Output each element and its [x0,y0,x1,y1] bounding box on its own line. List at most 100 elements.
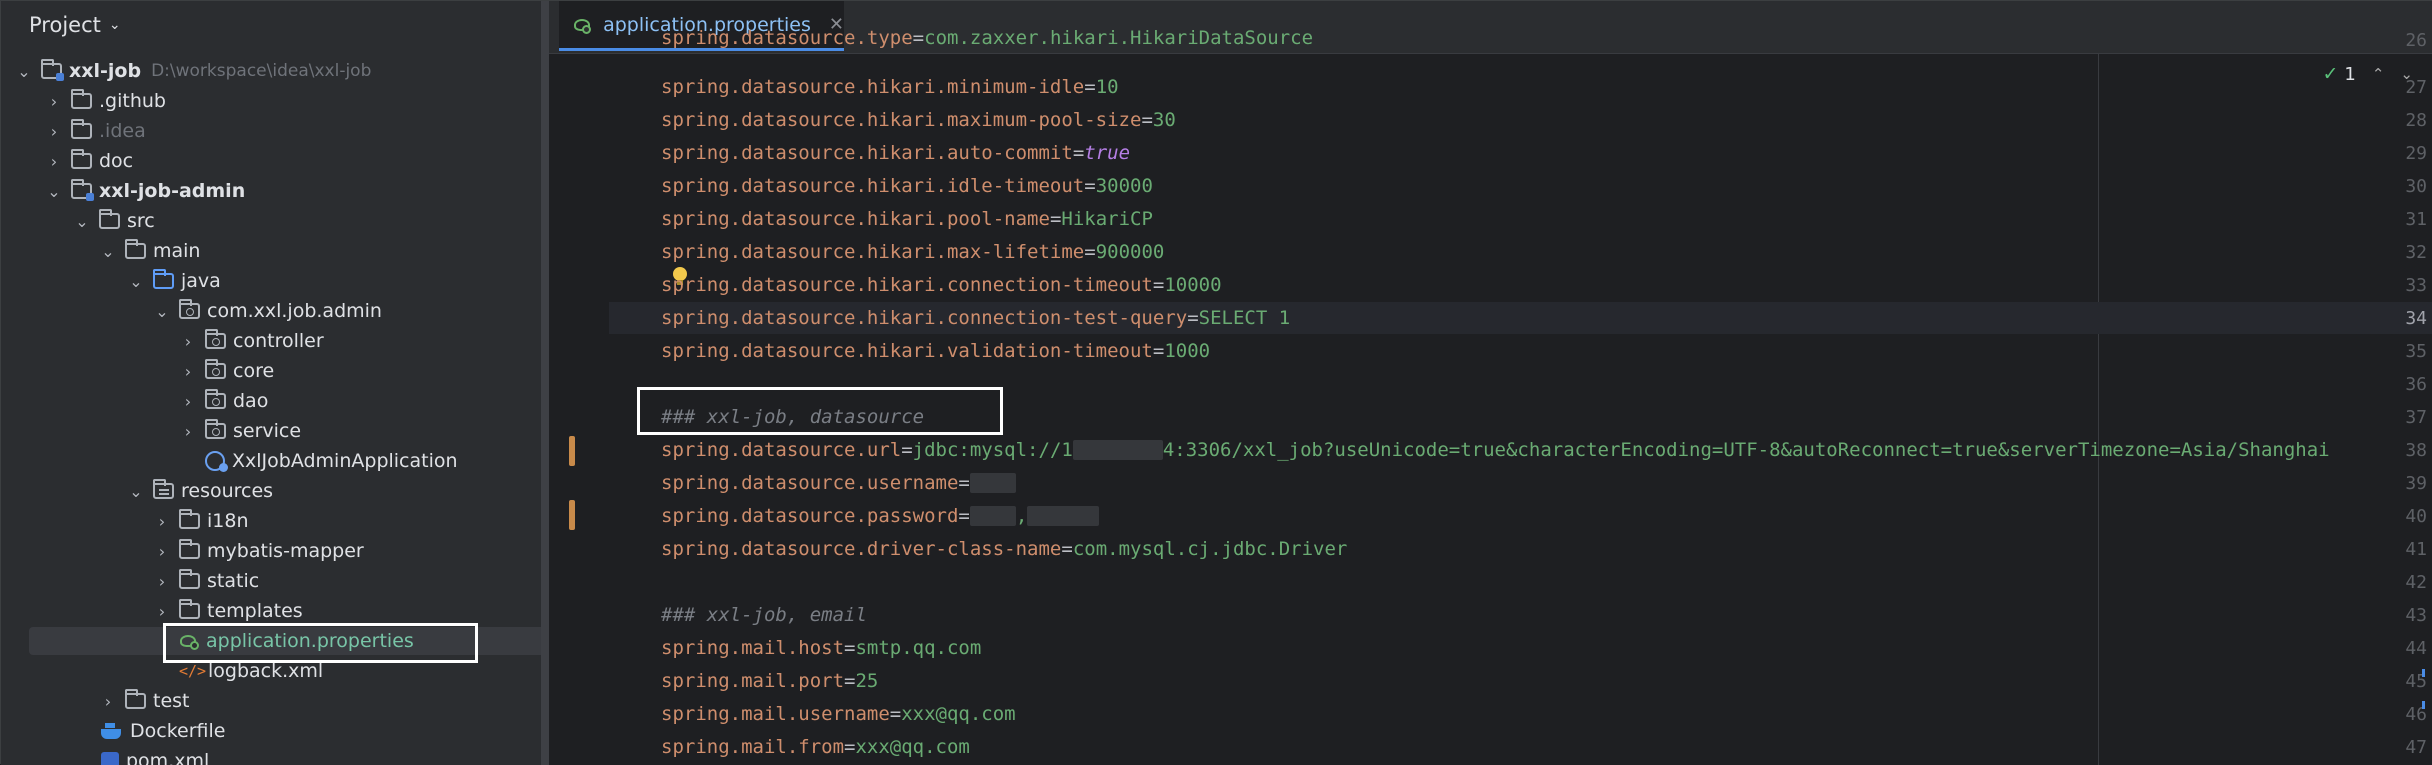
tree-item-label: dao [233,390,269,412]
scrollbar-marker[interactable] [2422,701,2425,709]
code-line[interactable]: spring.mail.from = xxx@qq.com [661,731,970,763]
line-number: 43 [2405,605,2427,626]
tree-item-resources[interactable]: ⌄ resources [1,476,549,506]
code-line[interactable]: spring.datasource.username = [661,467,1016,499]
chevron-right-icon[interactable]: › [99,692,117,711]
project-panel-title[interactable]: Project [29,13,101,37]
tree-item-root[interactable]: ⌄ xxl-job D:\workspace\idea\xxl-job [1,56,549,86]
tree-item-doc[interactable]: › doc [1,146,549,176]
property-value: SELECT 1 [1198,307,1291,329]
code-line[interactable]: spring.mail.port = 25 [661,665,878,697]
chevron-right-icon[interactable]: › [45,92,63,111]
right-margin-guide [2098,53,2099,765]
property-key: spring.datasource.hikari.connection-test… [661,307,1188,329]
code-line[interactable]: spring.datasource.driver-class-name = com.… [661,533,1347,565]
tree-item-service[interactable]: › service [1,416,549,446]
code-line[interactable]: spring.mail.username = xxx@qq.com [661,698,1016,730]
property-value: smtp.qq.com [855,637,982,659]
tree-item-label: .idea [99,120,146,142]
equals: = [1084,175,1096,197]
code-line[interactable]: spring.datasource.hikari.pool-name = Hikar… [661,203,1153,235]
code-line[interactable]: spring.datasource.hikari.validation-time… [661,335,1210,367]
chevron-down-icon[interactable]: ⌄ [127,482,145,501]
line-number: 28 [2405,110,2427,131]
tree-item-src[interactable]: ⌄ src [1,206,549,236]
line-number: 32 [2405,242,2427,263]
line-number: 42 [2405,572,2427,593]
tree-item-idea[interactable]: › .idea [1,116,549,146]
tree-item-static[interactable]: › static [1,566,549,596]
folder-icon [125,689,146,709]
chevron-down-icon[interactable]: ⌄ [109,17,121,33]
property-key: spring.mail.host [661,637,845,659]
check-icon: ✓ [2322,63,2339,85]
code-line[interactable]: spring.datasource.url = jdbc:mysql://1 4:33… [661,434,2330,466]
chevron-down-icon[interactable]: ⌄ [153,302,171,321]
chevron-right-icon[interactable]: › [45,152,63,171]
chevron-down-icon[interactable]: ⌄ [45,182,63,201]
chevron-right-icon[interactable]: › [179,362,197,381]
code-line[interactable]: ### xxl-job, datasource [661,401,924,433]
tree-item-application-properties[interactable]: application.properties [29,627,549,655]
equals: = [1084,76,1096,98]
code-line[interactable]: spring.datasource.password =, [661,500,1100,532]
property-key: spring.datasource.hikari.validation-time… [661,340,1153,362]
tree-item-label: com.xxl.job.admin [207,300,382,322]
change-marker[interactable] [569,436,575,466]
tree-item-dockerfile[interactable]: Dockerfile [1,716,549,746]
line-number: 46 [2405,704,2427,725]
tree-item-i18n[interactable]: › i18n [1,506,549,536]
tree-item-controller[interactable]: › controller [1,326,549,356]
code-line[interactable]: spring.datasource.type = com.zaxxer.hikari… [661,22,1313,54]
tree-item-package[interactable]: ⌄ com.xxl.job.admin [1,296,549,326]
tree-item-dao[interactable]: › dao [1,386,549,416]
property-value: true [1084,142,1131,164]
chevron-right-icon[interactable]: › [179,332,197,351]
comment: ### xxl-job, datasource [661,406,925,428]
code-line[interactable]: spring.datasource.hikari.connection-time… [661,269,1222,301]
properties-file-icon [573,16,592,34]
chevron-right-icon[interactable]: › [153,512,171,531]
maven-icon [101,752,119,765]
code-line[interactable]: spring.mail.host = smtp.qq.com [661,632,981,664]
tree-item-app-class[interactable]: XxlJobAdminApplication [1,446,549,476]
tree-item-main[interactable]: ⌄ main [1,236,549,266]
code-line[interactable]: spring.datasource.hikari.idle-timeout = 30… [661,170,1153,202]
chevron-right-icon[interactable]: › [179,422,197,441]
tree-item-core[interactable]: › core [1,356,549,386]
panel-splitter[interactable] [541,1,549,765]
equals: = [844,670,856,692]
scrollbar-marker[interactable] [2422,669,2425,677]
chevron-down-icon[interactable]: ⌄ [127,272,145,291]
chevron-right-icon[interactable]: › [153,572,171,591]
chevron-right-icon[interactable]: › [179,392,197,411]
code-line[interactable]: spring.datasource.hikari.max-lifetime = 90… [661,236,1164,268]
code-line[interactable]: spring.datasource.hikari.minimum-idle = 10 [661,71,1119,103]
line-number: 37 [2405,407,2427,428]
tree-item-java[interactable]: ⌄ java [1,266,549,296]
change-marker[interactable] [569,500,575,530]
tree-item-xxl-job-admin[interactable]: ⌄ xxl-job-admin [1,176,549,206]
tree-item-mybatis-mapper[interactable]: › mybatis-mapper [1,536,549,566]
property-value: jdbc:mysql://1 [912,439,1073,461]
code-line[interactable]: spring.datasource.hikari.maximum-pool-si… [661,104,1176,136]
chevron-down-icon[interactable]: ⌄ [99,242,117,261]
line-number: 27 [2405,77,2427,98]
tree-item-templates[interactable]: › templates [1,596,549,626]
chevron-right-icon[interactable]: › [45,122,63,141]
tree-item-github[interactable]: › .github [1,86,549,116]
property-key: spring.datasource.hikari.max-lifetime [661,241,1085,263]
code-line[interactable]: ### xxl-job, email [661,599,867,631]
code-line[interactable]: spring.datasource.hikari.connection-test… [661,302,1290,334]
chevron-down-icon[interactable]: ⌄ [73,212,91,231]
chevron-right-icon[interactable]: › [153,602,171,621]
equals: = [1084,241,1096,263]
project-panel-header[interactable]: Project ⌄ [1,1,549,49]
tree-item-test[interactable]: › test [1,686,549,716]
tree-item-logback-xml[interactable]: </> logback.xml [1,656,549,686]
tree-item-pom-xml[interactable]: pom.xml [1,746,549,765]
chevron-down-icon[interactable]: ⌄ [15,62,33,81]
code-line[interactable]: spring.datasource.hikari.auto-commit = tru… [661,137,1130,169]
redacted-block [969,473,1016,493]
chevron-right-icon[interactable]: › [153,542,171,561]
